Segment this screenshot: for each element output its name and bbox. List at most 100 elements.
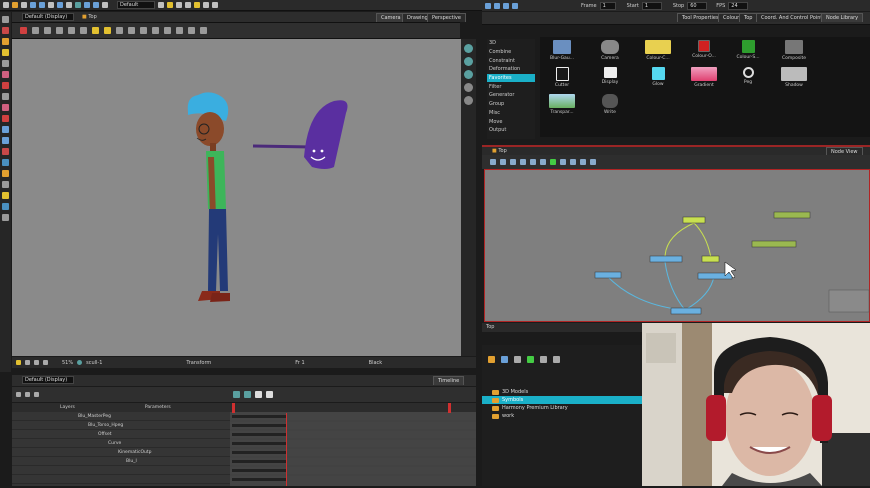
graph-node[interactable]	[701, 255, 720, 263]
envelope-tool-icon[interactable]	[2, 159, 9, 166]
current-drawing[interactable]: scull-1	[86, 360, 102, 366]
cutter-tool-icon[interactable]	[2, 27, 9, 34]
brush-icon[interactable]	[57, 2, 63, 8]
bone-tool-icon[interactable]	[2, 192, 9, 199]
field-icon[interactable]	[203, 2, 209, 8]
grid-toggle-icon[interactable]	[34, 360, 39, 365]
node-glow[interactable]: Glow	[640, 67, 676, 87]
node-zoom-icon[interactable]	[590, 159, 596, 165]
spline-tool-icon[interactable]	[2, 148, 9, 155]
undo-icon[interactable]	[30, 2, 36, 8]
node-add-icon[interactable]	[490, 159, 496, 165]
node-peg-icon[interactable]	[520, 159, 526, 165]
rotate-icon[interactable]	[140, 27, 147, 34]
animate-icon[interactable]	[20, 27, 27, 34]
link-icon[interactable]	[128, 27, 135, 34]
zoom-tool-icon[interactable]	[2, 214, 9, 221]
node-cable-icon[interactable]	[550, 159, 556, 165]
node-display[interactable]: Display	[592, 67, 628, 85]
library-item[interactable]: 3D Models	[482, 388, 642, 396]
node-view-breadcrumb[interactable]: ■ Top	[492, 148, 507, 154]
stop-icon[interactable]	[266, 391, 273, 398]
reset-view-icon[interactable]	[464, 44, 473, 53]
play-icon[interactable]	[485, 2, 491, 9]
rotate-view-icon[interactable]	[464, 83, 473, 92]
paint-tool-icon[interactable]	[2, 82, 9, 89]
lock-icon[interactable]	[185, 2, 191, 8]
key-icon[interactable]	[233, 391, 240, 398]
tab-top[interactable]: Top	[739, 13, 758, 22]
tab-coord-control-points[interactable]: Coord. And Control Points	[756, 13, 830, 22]
new-icon[interactable]	[3, 2, 9, 8]
timeline-cells[interactable]	[230, 403, 476, 486]
peg-icon[interactable]	[102, 2, 108, 8]
timeline-display-dropdown[interactable]: Default (Display)	[22, 376, 74, 384]
stop-field[interactable]: 60	[687, 1, 708, 10]
category-item[interactable]: Move	[487, 117, 535, 126]
node-colour-override[interactable]: Colour-O...	[686, 40, 722, 59]
puppet-prop[interactable]	[252, 100, 348, 169]
category-item-favorites[interactable]: Favorites	[487, 73, 535, 83]
node-backdrop-icon[interactable]	[560, 159, 566, 165]
node-ungroup-icon[interactable]	[510, 159, 516, 165]
eraser-tool-icon[interactable]	[2, 71, 9, 78]
oval-icon[interactable]	[200, 27, 207, 34]
bell-icon[interactable]	[104, 27, 111, 34]
tab-node-library[interactable]: Node Library	[821, 13, 864, 22]
deform-icon[interactable]	[93, 2, 99, 8]
dropper-tool-icon[interactable]	[2, 115, 9, 122]
category-item[interactable]: Generator	[487, 91, 535, 100]
fill-icon[interactable]	[80, 27, 87, 34]
first-frame-icon[interactable]	[494, 2, 500, 9]
camera-toggle-icon[interactable]	[194, 2, 200, 8]
node-navigate-icon[interactable]	[580, 159, 586, 165]
library-preview-icon[interactable]	[553, 355, 560, 363]
line-icon[interactable]	[176, 27, 183, 34]
graph-node[interactable]	[594, 271, 622, 279]
node-color-icon[interactable]	[570, 159, 576, 165]
camera-breadcrumb[interactable]: ■ Top	[82, 14, 97, 20]
bone-icon[interactable]	[84, 2, 90, 8]
start-field[interactable]: 1	[641, 1, 662, 10]
node-gradient[interactable]: Gradient	[686, 67, 722, 88]
library-template-icon[interactable]	[501, 355, 508, 363]
transform-tool-icon[interactable]	[2, 137, 9, 144]
library-grid-icon[interactable]	[540, 355, 547, 363]
layer-row[interactable]: Curve	[12, 440, 230, 448]
node-colour-card[interactable]: Colour-C...	[640, 40, 676, 61]
node-view-canvas[interactable]	[484, 169, 870, 322]
layer-row[interactable]: Blu_Torso_Hpeg	[12, 422, 230, 430]
node-shadow[interactable]: Shadow	[776, 67, 812, 88]
peg-layer-icon[interactable]	[34, 392, 39, 397]
layer-row[interactable]	[12, 467, 230, 475]
line-tool-icon[interactable]	[2, 104, 9, 111]
node-cutter[interactable]: Cutter	[544, 67, 580, 88]
tab-timeline[interactable]: Timeline	[433, 376, 465, 385]
frame-field[interactable]: 1	[599, 1, 616, 10]
library-symbol-icon[interactable]	[514, 355, 521, 363]
redo-icon[interactable]	[39, 2, 45, 8]
sound-icon[interactable]	[512, 2, 518, 9]
workspace-dropdown[interactable]: Default	[117, 1, 155, 9]
frame-icon[interactable]	[56, 27, 63, 34]
pen-icon[interactable]	[164, 27, 171, 34]
graph-node[interactable]	[682, 216, 706, 224]
character-rig[interactable]	[187, 92, 230, 302]
node-camera[interactable]: Camera	[592, 40, 628, 61]
node-write[interactable]: Write	[592, 94, 628, 115]
fps-field[interactable]: 24	[728, 1, 749, 10]
node-colour-screen[interactable]: Colour-S...	[730, 40, 766, 60]
center-view-icon[interactable]	[464, 57, 473, 66]
library-item[interactable]: Harmony Premium Library	[482, 404, 642, 412]
layer-row[interactable]: Blu_MasterPeg	[12, 413, 230, 421]
play-first-icon[interactable]	[255, 391, 262, 398]
category-item[interactable]: Constraint	[487, 56, 535, 65]
shape-icon[interactable]	[188, 27, 195, 34]
onion-skin-icon[interactable]	[75, 2, 81, 8]
camera-stage[interactable]	[12, 39, 461, 356]
ik-tool-icon[interactable]	[2, 203, 9, 210]
layer-row[interactable]: KinematicOutp	[12, 449, 230, 457]
stroke-tool-icon[interactable]	[2, 93, 9, 100]
symbol-icon[interactable]	[167, 2, 173, 8]
category-item[interactable]: Misc	[487, 109, 535, 118]
